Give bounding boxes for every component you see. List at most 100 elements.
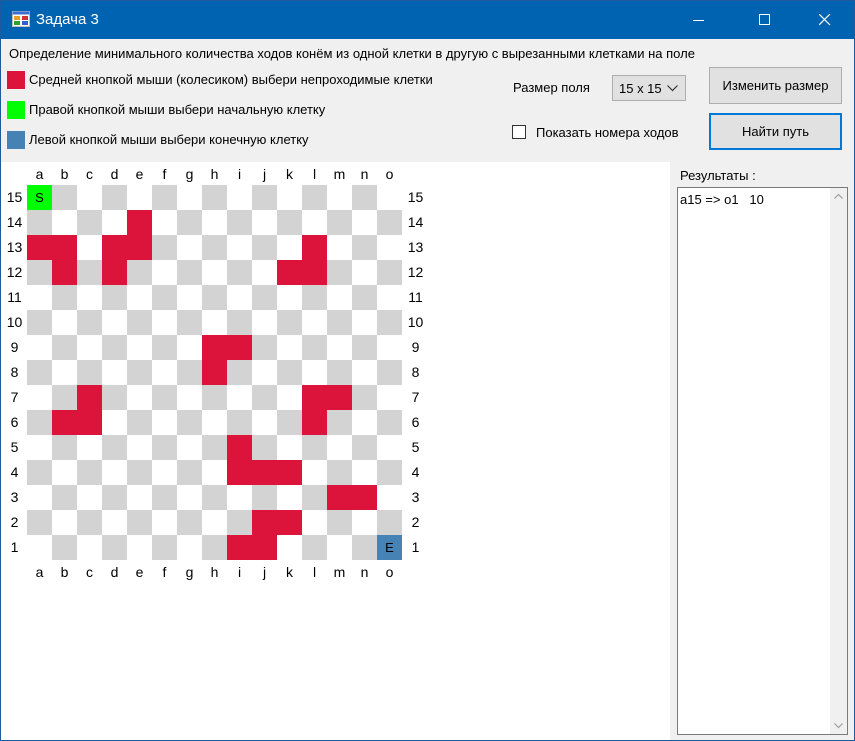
board-cell[interactable] <box>102 460 127 485</box>
board-cell[interactable] <box>77 310 102 335</box>
board-cell[interactable] <box>77 235 102 260</box>
board-cell[interactable] <box>177 310 202 335</box>
board-cell[interactable] <box>27 535 52 560</box>
board-cell[interactable] <box>202 510 227 535</box>
board-cell[interactable] <box>77 535 102 560</box>
board-cell[interactable] <box>52 460 77 485</box>
show-moves-label[interactable]: Показать номера ходов <box>536 125 679 140</box>
board-cell[interactable] <box>352 285 377 310</box>
blocked-cell[interactable] <box>127 235 152 260</box>
board-cell[interactable] <box>327 360 352 385</box>
board-cell[interactable] <box>277 210 302 235</box>
blocked-cell[interactable] <box>202 360 227 385</box>
board-cell[interactable] <box>377 335 402 360</box>
board-cell[interactable] <box>27 360 52 385</box>
board-cell[interactable] <box>227 260 252 285</box>
blocked-cell[interactable] <box>102 235 127 260</box>
board-cell[interactable] <box>377 510 402 535</box>
board-cell[interactable] <box>152 260 177 285</box>
size-select[interactable]: 15 x 15 <box>612 75 686 101</box>
board-cell[interactable] <box>102 185 127 210</box>
board-cell[interactable] <box>377 485 402 510</box>
board-cell[interactable] <box>27 435 52 460</box>
board-cell[interactable] <box>77 460 102 485</box>
board-cell[interactable] <box>227 185 252 210</box>
blocked-cell[interactable] <box>252 510 277 535</box>
board-cell[interactable] <box>52 360 77 385</box>
board-cell[interactable] <box>127 435 152 460</box>
board-cell[interactable] <box>127 360 152 385</box>
board-cell[interactable] <box>52 435 77 460</box>
board-cell[interactable] <box>252 235 277 260</box>
board-cell[interactable] <box>302 185 327 210</box>
board-cell[interactable] <box>177 385 202 410</box>
board-cell[interactable] <box>202 310 227 335</box>
board-cell[interactable] <box>377 385 402 410</box>
board-cell[interactable] <box>227 360 252 385</box>
board-cell[interactable] <box>177 460 202 485</box>
board-cell[interactable] <box>177 435 202 460</box>
board-cell[interactable] <box>127 310 152 335</box>
board-cell[interactable] <box>252 210 277 235</box>
board-cell[interactable] <box>227 235 252 260</box>
board-cell[interactable] <box>202 260 227 285</box>
maximize-button[interactable] <box>743 1 787 39</box>
board-cell[interactable] <box>277 235 302 260</box>
board-cell[interactable] <box>352 360 377 385</box>
board-cell[interactable] <box>252 310 277 335</box>
board-cell[interactable] <box>277 185 302 210</box>
board-cell[interactable] <box>102 360 127 385</box>
board-cell[interactable] <box>52 535 77 560</box>
board-cell[interactable] <box>327 260 352 285</box>
minimize-button[interactable] <box>677 1 721 39</box>
board-cell[interactable] <box>277 435 302 460</box>
resize-button[interactable]: Изменить размер <box>709 67 842 104</box>
board-cell[interactable] <box>302 510 327 535</box>
board-cell[interactable] <box>227 385 252 410</box>
board-cell[interactable] <box>177 510 202 535</box>
board-cell[interactable] <box>202 385 227 410</box>
board-cell[interactable] <box>152 485 177 510</box>
board-cell[interactable] <box>377 435 402 460</box>
board-cell[interactable] <box>352 460 377 485</box>
board-cell[interactable] <box>152 210 177 235</box>
board-cell[interactable] <box>27 335 52 360</box>
board-cell[interactable] <box>252 260 277 285</box>
scroll-up-icon[interactable] <box>830 188 847 205</box>
start-cell[interactable]: S <box>27 185 52 210</box>
blocked-cell[interactable] <box>352 485 377 510</box>
board-cell[interactable] <box>327 435 352 460</box>
board-cell[interactable] <box>202 285 227 310</box>
board-cell[interactable] <box>352 210 377 235</box>
board-cell[interactable] <box>77 435 102 460</box>
blocked-cell[interactable] <box>52 260 77 285</box>
board-cell[interactable] <box>177 360 202 385</box>
blocked-cell[interactable] <box>277 510 302 535</box>
board-cell[interactable] <box>77 210 102 235</box>
board-cell[interactable] <box>127 460 152 485</box>
board-cell[interactable] <box>252 185 277 210</box>
board-cell[interactable] <box>177 535 202 560</box>
board-cell[interactable] <box>252 360 277 385</box>
board-cell[interactable] <box>102 285 127 310</box>
board-cell[interactable] <box>352 260 377 285</box>
board-cell[interactable] <box>377 260 402 285</box>
blocked-cell[interactable] <box>302 385 327 410</box>
board-cell[interactable] <box>227 485 252 510</box>
board-cell[interactable] <box>227 310 252 335</box>
board-cell[interactable] <box>377 460 402 485</box>
blocked-cell[interactable] <box>227 435 252 460</box>
board-cell[interactable] <box>352 335 377 360</box>
results-textbox[interactable]: a15 => o1 10 <box>677 187 848 735</box>
board-cell[interactable] <box>52 185 77 210</box>
board-cell[interactable] <box>77 285 102 310</box>
scroll-down-icon[interactable] <box>830 717 847 734</box>
board-cell[interactable] <box>377 285 402 310</box>
board-cell[interactable] <box>152 235 177 260</box>
board-cell[interactable] <box>277 410 302 435</box>
board-cell[interactable] <box>27 485 52 510</box>
board-cell[interactable] <box>252 385 277 410</box>
board-cell[interactable] <box>302 485 327 510</box>
board-cell[interactable] <box>127 385 152 410</box>
board-cell[interactable] <box>352 385 377 410</box>
